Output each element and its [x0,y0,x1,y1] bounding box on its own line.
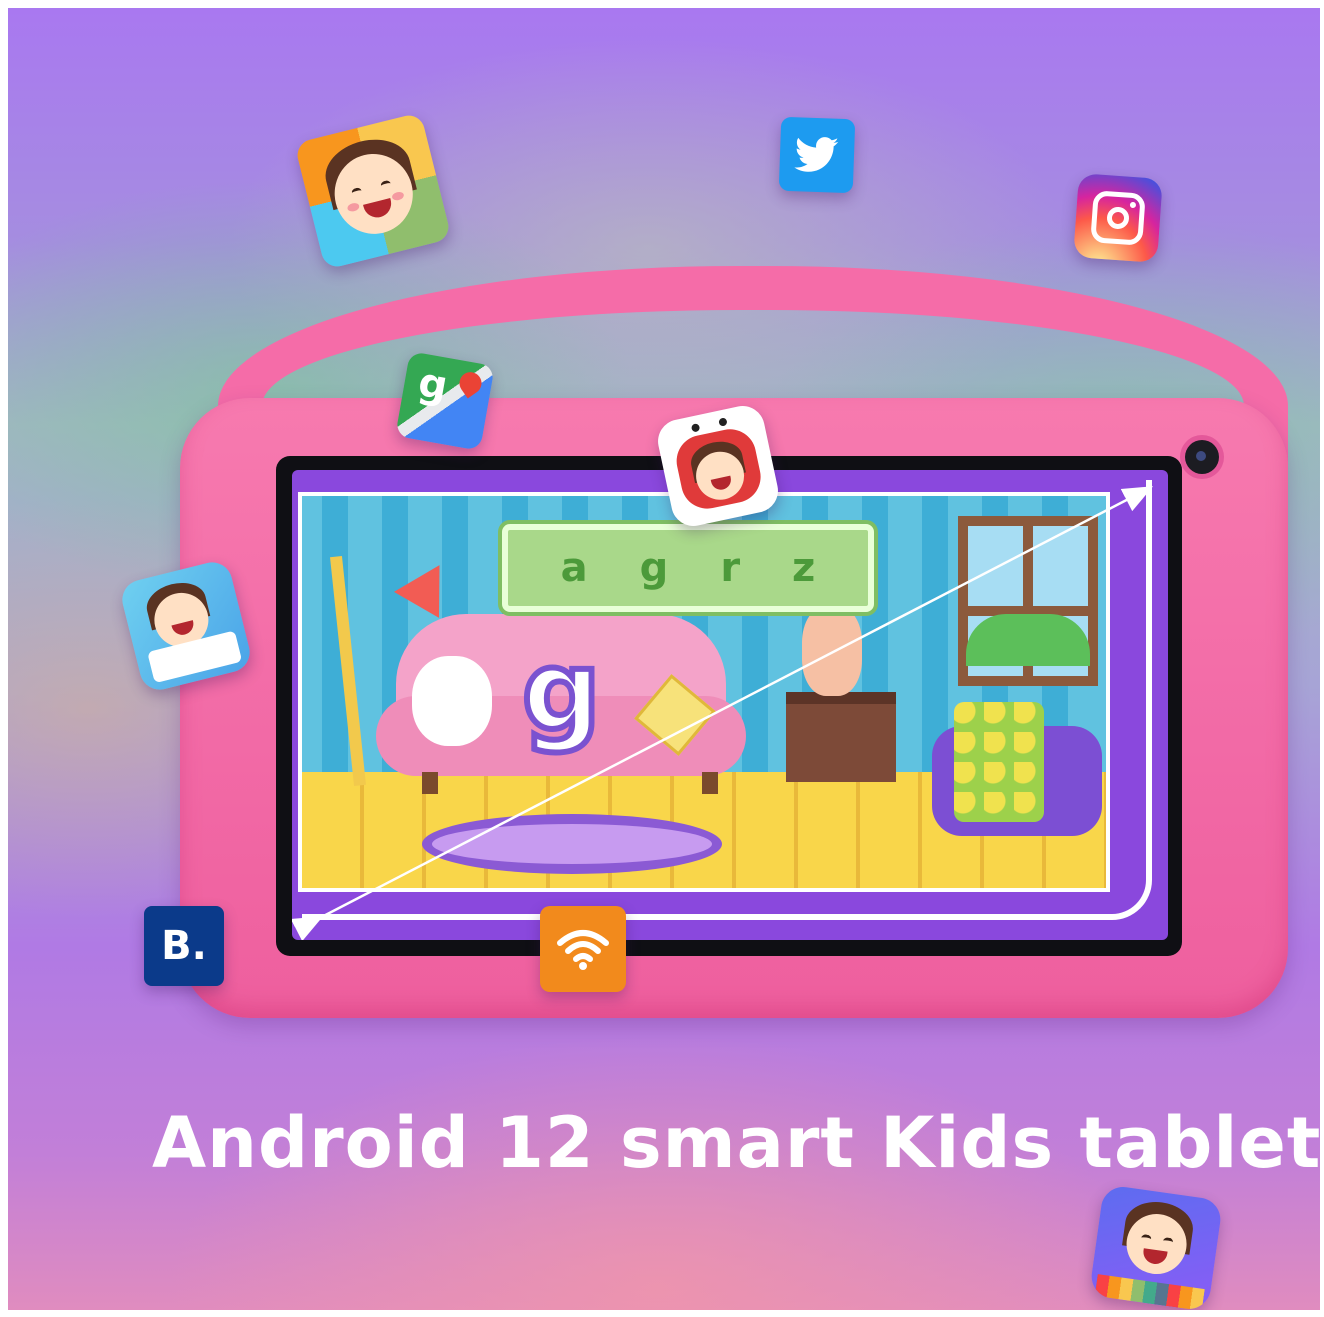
blanket [954,702,1044,822]
cabinet [786,692,896,782]
learning-game-scene: a g r z g [298,492,1110,892]
bush [966,614,1090,666]
mouse-character [412,656,492,746]
tablet-screen: a g r z g [292,470,1168,940]
pig-character [802,606,862,696]
draggable-letter[interactable]: g [519,633,604,749]
booking-letter: B. [161,923,207,969]
twitter-icon[interactable] [778,116,856,194]
kids-face-app-icon[interactable] [294,112,452,270]
word-board: a g r z [502,524,874,612]
word-letter[interactable]: a [561,545,588,591]
product-banner: a g r z g g B. Android 12 smart Kids tab… [8,8,1320,1310]
wifi-icon[interactable] [540,906,626,992]
headline: Android 12 smart Kids tablet [152,1102,1320,1184]
kids-drawing-app-icon[interactable] [1088,1184,1224,1310]
word-letter[interactable]: r [720,545,740,591]
camera-icon [1185,440,1219,474]
google-maps-icon[interactable]: g [395,351,495,451]
booking-icon[interactable]: B. [144,906,224,986]
rug [422,814,722,874]
word-letter[interactable]: z [792,545,815,591]
word-letter[interactable]: g [640,545,669,591]
instagram-icon[interactable] [1073,173,1163,263]
kids-tv-app-icon[interactable] [653,401,783,531]
